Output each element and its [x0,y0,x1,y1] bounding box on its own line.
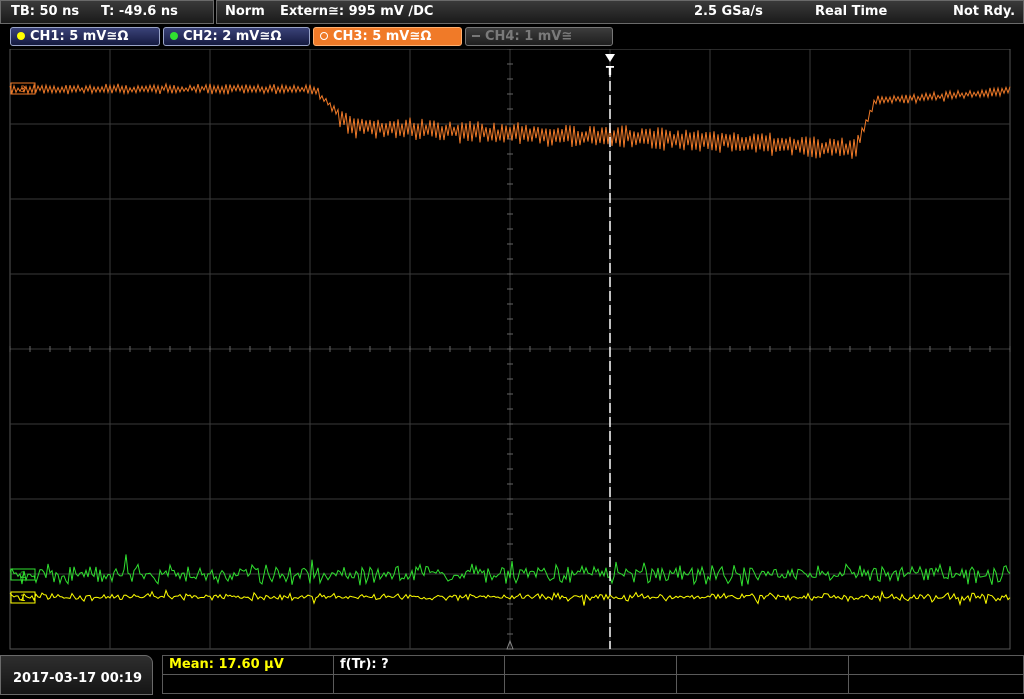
bottom-bar: 2017-03-17 00:19 Mean: 17.60 µV f(Tr): ? [0,655,1024,695]
trigger-box[interactable]: Norm Extern≅: 995 mV ∕DC 2.5 GSa/s Real … [216,0,1024,24]
acquisition-mode-label[interactable]: Real Time [815,1,887,23]
channel-2-button[interactable]: CH2: 2 mV≅Ω [163,27,310,46]
timebase-label[interactable]: TB: 50 ns [11,1,79,23]
status-bar: TB: 50 ns T: -49.6 ns Norm Extern≅: 995 … [0,0,1024,24]
measurement-2-cell[interactable]: f(Tr): ? [333,655,505,675]
svg-text:3: 3 [20,85,26,95]
channel-2-dot-icon [170,32,178,40]
trigger-mode-label[interactable]: Norm [225,1,265,23]
measurement-2-label: f(Tr): ? [340,657,389,672]
measurement-5-cell[interactable] [848,655,1024,675]
channel-1-button[interactable]: CH1: 5 mV≅Ω [10,27,160,46]
measurement-10-cell[interactable] [848,674,1024,694]
channel-4-dash-icon [472,35,480,37]
measurement-8-cell[interactable] [504,674,677,694]
measurement-9-cell[interactable] [676,674,849,694]
channel-3-dot-icon [320,32,328,40]
timebase-box[interactable]: TB: 50 ns T: -49.6 ns [0,0,214,24]
channel-4-label: CH4: 1 mV≅ [485,29,573,44]
measurement-3-cell[interactable] [504,655,677,675]
trigger-source-label[interactable]: Extern≅: 995 mV ∕DC [280,1,433,23]
measurement-6-cell[interactable] [162,674,334,694]
channel-bar: CH1: 5 mV≅Ω CH2: 2 mV≅Ω CH3: 5 mV≅Ω CH4:… [0,25,1024,48]
measurement-4-cell[interactable] [676,655,849,675]
svg-text:1: 1 [20,594,26,604]
channel-4-button[interactable]: CH4: 1 mV≅ [465,27,613,46]
acquisition-status-label: Not Rdy. [953,4,1016,19]
measurement-1-cell[interactable]: Mean: 17.60 µV [162,655,334,675]
datetime-label: 2017-03-17 00:19 [13,671,143,686]
svg-text:2: 2 [20,571,26,581]
measurement-7-cell[interactable] [333,674,505,694]
measurement-1-label: Mean: 17.60 µV [169,657,284,672]
channel-1-label: CH1: 5 mV≅Ω [30,29,129,44]
channel-2-label: CH2: 2 mV≅Ω [183,29,282,44]
channel-3-label: CH3: 5 mV≅Ω [333,29,432,44]
trigger-time-label[interactable]: T: -49.6 ns [101,1,178,23]
waveform-display[interactable]: T 3 2 1 [0,49,1024,655]
trigger-marker-label: T [606,64,615,78]
measurement-panel[interactable]: Mean: 17.60 µV f(Tr): ? [162,655,1024,695]
channel-3-button[interactable]: CH3: 5 mV≅Ω [313,27,462,46]
sample-rate-label[interactable]: 2.5 GSa/s [694,1,763,23]
channel-1-dot-icon [17,32,25,40]
datetime-box[interactable]: 2017-03-17 00:19 [0,655,153,695]
